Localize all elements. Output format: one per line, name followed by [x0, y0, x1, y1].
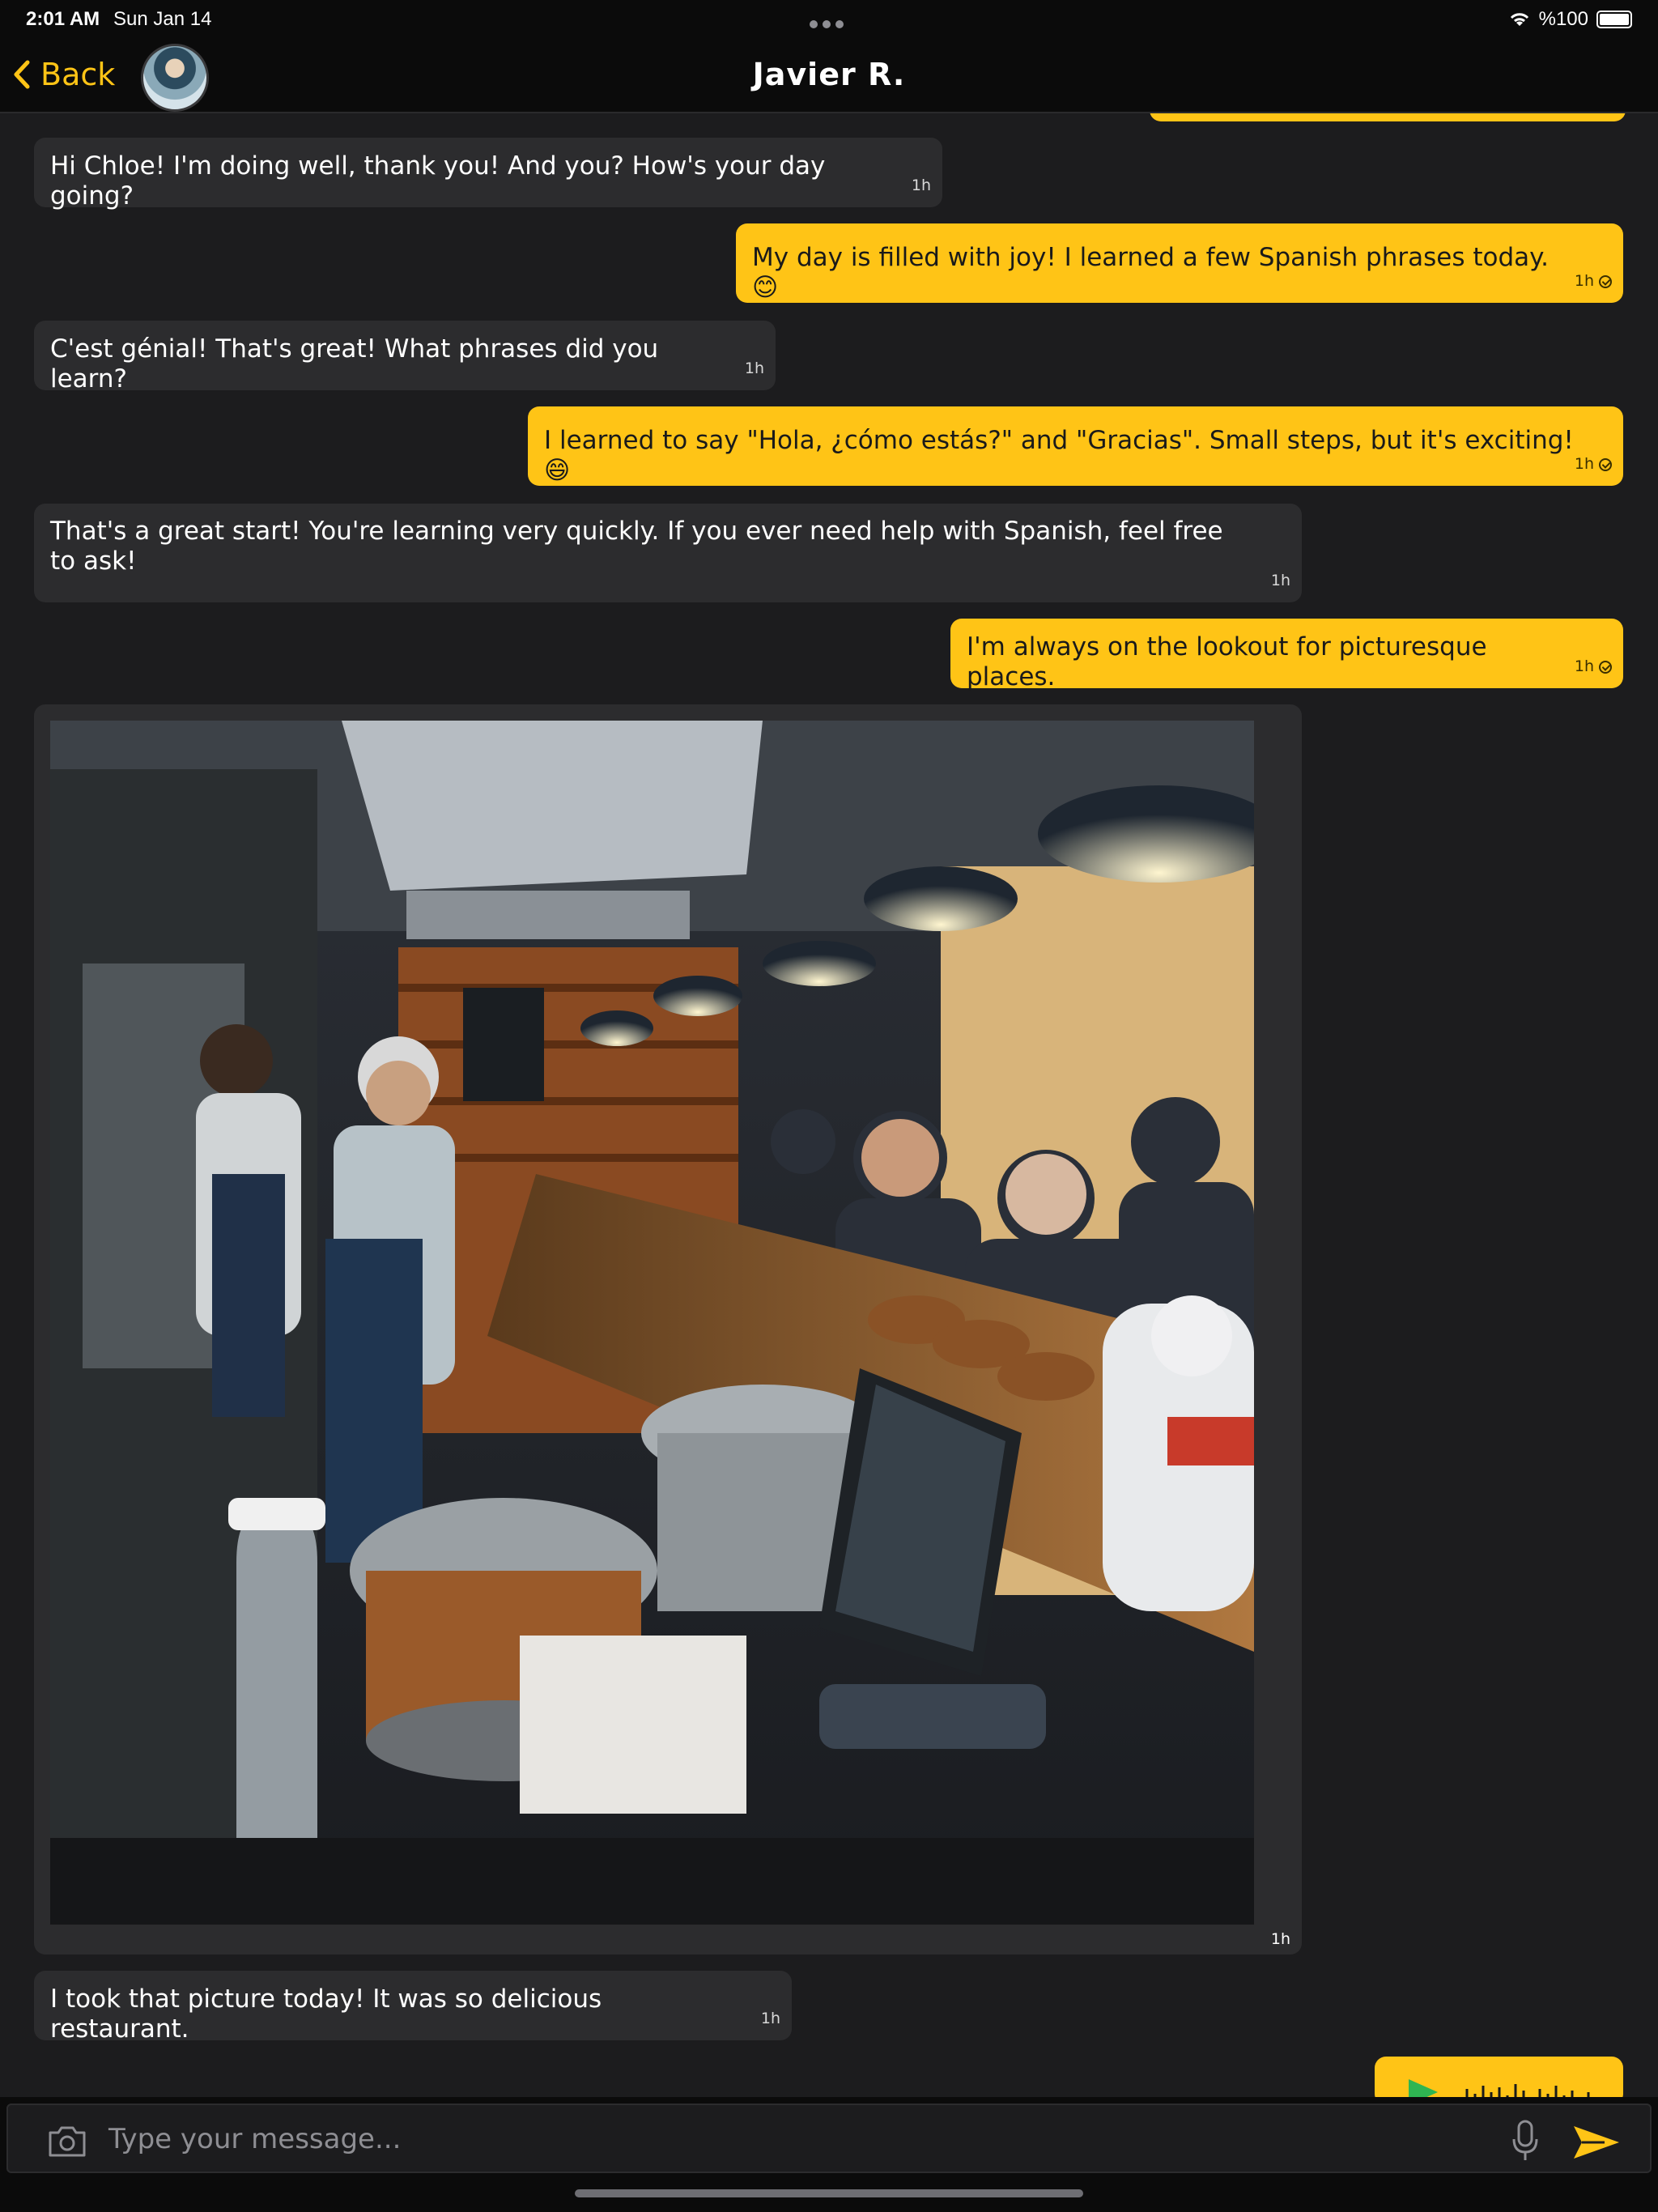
message-time: 1h: [744, 359, 764, 377]
message-time: 1h: [1575, 652, 1612, 682]
message-placeholder: Type your message...: [108, 2123, 402, 2155]
message-text: C'est génial! That's great! What phrases…: [50, 334, 659, 393]
status-bar: 2:01 AM Sun Jan 14 %100: [0, 0, 1658, 39]
message-bubble-outgoing[interactable]: My day is filled with joy! I learned a f…: [736, 223, 1623, 303]
message-text: I learned to say "Hola, ¿cómo estás?" an…: [544, 426, 1574, 485]
composer-bar: Type your message...: [0, 2097, 1658, 2212]
message-bubble-incoming[interactable]: I took that picture today! It was so del…: [34, 1971, 792, 2044]
wifi-icon: [1510, 13, 1528, 26]
message-bubble-image[interactable]: 1h: [34, 704, 1302, 1955]
message-bubble-incoming[interactable]: C'est génial! That's great! What phrases…: [34, 321, 776, 393]
message-time: 1h: [1575, 266, 1612, 296]
contact-name[interactable]: Javier R.: [0, 57, 1658, 92]
message-time: 1h: [1575, 449, 1612, 479]
message-list[interactable]: Hi Chloe! I'm doing well, thank you! And…: [0, 113, 1658, 2097]
message-bubble-outgoing[interactable]: I learned to say "Hola, ¿cómo estás?" an…: [528, 406, 1623, 486]
message-text: That's a great start! You're learning ve…: [50, 517, 1223, 576]
message-text: I took that picture today! It was so del…: [50, 1984, 602, 2044]
message-bubble-outgoing[interactable]: [1150, 113, 1626, 121]
message-time: 1h: [911, 177, 931, 194]
message-text: Hi Chloe! I'm doing well, thank you! And…: [50, 151, 826, 211]
battery-percent: %100: [1538, 8, 1588, 30]
camera-icon[interactable]: [47, 2123, 87, 2159]
sent-check-icon: [1599, 457, 1612, 471]
message-bubble-outgoing[interactable]: I'm always on the lookout for picturesqu…: [950, 619, 1623, 691]
battery-icon: [1596, 11, 1632, 28]
microphone-icon[interactable]: [1511, 2120, 1540, 2162]
message-text: My day is filled with joy! I learned a f…: [752, 243, 1549, 302]
message-text: I'm always on the lookout for picturesqu…: [967, 632, 1487, 691]
home-indicator[interactable]: [575, 2189, 1083, 2197]
message-input[interactable]: Type your message...: [6, 2104, 1652, 2173]
restaurant-photo[interactable]: [50, 721, 1254, 1925]
status-date: Sun Jan 14: [113, 8, 212, 30]
multitasking-dots-icon[interactable]: [810, 11, 850, 28]
play-icon[interactable]: [1409, 2079, 1441, 2097]
message-time: 1h: [760, 2010, 780, 2027]
message-bubble-incoming[interactable]: Hi Chloe! I'm doing well, thank you! And…: [34, 138, 942, 211]
sent-check-icon: [1599, 660, 1612, 674]
message-bubble-incoming[interactable]: That's a great start! You're learning ve…: [34, 504, 1302, 602]
message-time: 1h: [1270, 572, 1290, 589]
send-icon[interactable]: [1572, 2123, 1621, 2162]
sent-check-icon: [1599, 274, 1612, 288]
voice-message-bubble[interactable]: [1375, 2057, 1623, 2097]
status-time: 2:01 AM: [26, 8, 100, 30]
message-time: 1h: [1270, 1930, 1290, 1948]
chat-header: Back Javier R.: [0, 39, 1658, 113]
photo-illustration: [50, 721, 1254, 1925]
status-right: %100: [1508, 8, 1632, 31]
waveform-icon: [1465, 2084, 1590, 2097]
